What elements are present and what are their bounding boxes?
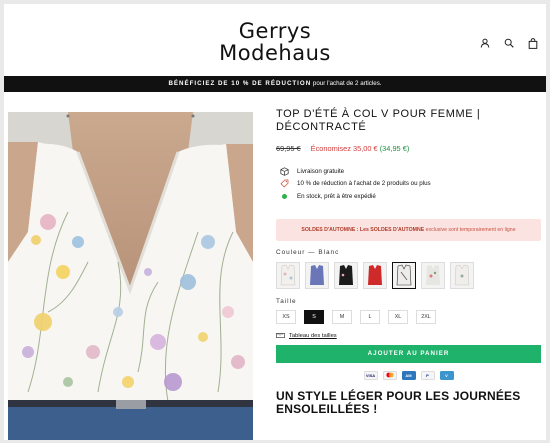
- search-icon[interactable]: [502, 36, 516, 50]
- store-logo[interactable]: Gerrys Modehaus: [4, 20, 546, 64]
- announcement-bold: BÉNÉFICIEZ DE 10 % DE RÉDUCTION: [168, 80, 312, 87]
- size-option-l[interactable]: L: [360, 309, 380, 324]
- savings-amount: Économisez 35,00 €: [310, 144, 378, 153]
- color-swatch-4[interactable]: [363, 261, 387, 289]
- amex-icon: AM: [401, 370, 416, 380]
- color-swatch-6[interactable]: [421, 261, 445, 289]
- price-row: 69,95 € Économisez 35,00 € (34,95 €): [276, 144, 541, 153]
- paypal-icon: P: [420, 370, 435, 380]
- feature-list: Livraison gratuite 10 % de réduction à l…: [276, 165, 541, 203]
- tag-icon: [280, 179, 289, 188]
- color-swatch-1[interactable]: [276, 261, 300, 289]
- size-option-xs[interactable]: XS: [276, 309, 296, 324]
- feature-item: 10 % de réduction à l'achat de 2 produit…: [276, 178, 541, 191]
- mastercard-icon: [382, 370, 397, 380]
- package-icon: [280, 167, 289, 176]
- promo-bold: SOLDES D'AUTOMNE : Les SOLDES D'AUTOMNE: [301, 226, 425, 233]
- size-option-2xl[interactable]: 2XL: [416, 309, 436, 324]
- original-price: 69,95 €: [276, 144, 301, 153]
- feature-item: Livraison gratuite: [276, 165, 541, 178]
- announcement-bar: BÉNÉFICIEZ DE 10 % DE RÉDUCTION pour l'a…: [4, 76, 546, 92]
- size-options: XS S M L XL 2XL: [276, 309, 541, 324]
- product-image[interactable]: [8, 112, 253, 440]
- feature-text: En stock, prêt à être expédié: [297, 192, 376, 200]
- account-icon[interactable]: [478, 36, 492, 50]
- size-option-m[interactable]: M: [332, 309, 352, 324]
- color-swatch-7[interactable]: [450, 261, 474, 289]
- size-label: Taille: [276, 297, 297, 305]
- promo-banner: SOLDES D'AUTOMNE : Les SOLDES D'AUTOMNE …: [276, 218, 541, 241]
- color-swatch-2[interactable]: [305, 261, 329, 289]
- size-option-s-selected[interactable]: S: [304, 309, 324, 324]
- page: Gerrys Modehaus BÉNÉFICIEZ DE 10 % DE RÉ…: [4, 4, 546, 440]
- payment-methods: VISA AM P V: [276, 370, 541, 380]
- color-swatch-3[interactable]: [334, 261, 358, 289]
- cart-icon[interactable]: [526, 36, 540, 50]
- product-info: TOP D'ÉTÉ À COL V POUR FEMME | DÉCONTRAC…: [276, 108, 541, 416]
- savings-text: Économisez 35,00 € (34,95 €): [311, 144, 410, 153]
- color-swatches: [276, 261, 541, 289]
- venmo-icon: V: [439, 370, 454, 380]
- logo-line-1: Gerrys: [238, 19, 312, 43]
- ruler-icon: [276, 332, 285, 340]
- size-option-xl[interactable]: XL: [388, 309, 408, 324]
- feature-item: En stock, prêt à être expédié: [276, 190, 541, 203]
- size-chart-text: Tableau des tailles: [289, 333, 337, 339]
- header-icons: [478, 36, 540, 50]
- add-to-cart-button[interactable]: AJOUTER AU PANIER: [276, 344, 541, 363]
- product-title: TOP D'ÉTÉ À COL V POUR FEMME | DÉCONTRAC…: [276, 108, 481, 133]
- logo-line-2: Modehaus: [219, 41, 331, 65]
- feature-text: 10 % de réduction à l'achat de 2 produit…: [297, 180, 431, 188]
- announcement-text: pour l'achat de 2 articles.: [311, 80, 382, 87]
- promo-text: exclusive sont temporairement en ligne: [424, 226, 516, 233]
- feature-text: Livraison gratuite: [297, 167, 345, 175]
- color-label: Couleur — Blanc: [276, 248, 340, 256]
- product-tagline: UN STYLE LÉGER POUR LES JOURNÉES ENSOLEI…: [276, 388, 521, 416]
- in-stock-dot: [280, 192, 289, 201]
- size-chart-link[interactable]: Tableau des tailles: [276, 332, 541, 340]
- sale-price: (34,95 €): [379, 144, 410, 153]
- site-header: Gerrys Modehaus: [4, 4, 546, 76]
- visa-icon: VISA: [363, 370, 378, 380]
- color-swatch-5-selected[interactable]: [392, 261, 416, 289]
